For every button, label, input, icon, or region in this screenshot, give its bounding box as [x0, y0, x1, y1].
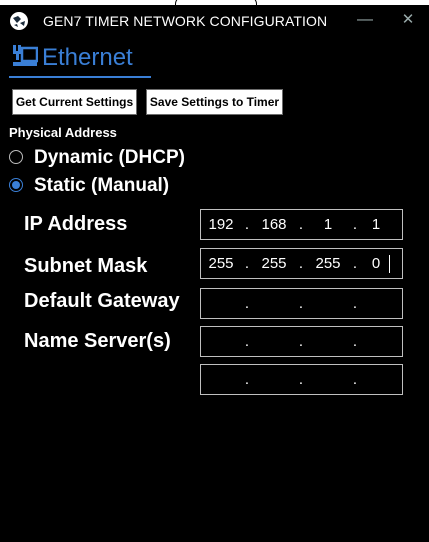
subnet-octet-4[interactable]: 0 — [361, 255, 391, 272]
network-config-window: GEN7 TIMER NETWORK CONFIGURATION — ✕ Eth… — [0, 5, 429, 542]
text-cursor — [389, 255, 390, 273]
dhcp-radio-button[interactable] — [9, 150, 23, 164]
static-radio-button[interactable] — [9, 178, 23, 192]
window-title: GEN7 TIMER NETWORK CONFIGURATION — [43, 13, 328, 29]
ip-address-input[interactable]: 192. 168. 1. 1 — [200, 209, 403, 240]
physical-address-label: Physical Address — [9, 125, 117, 140]
ip-octet-2[interactable]: 168 — [253, 216, 295, 233]
subnet-octet-2[interactable]: 255 — [253, 255, 295, 272]
ip-octet-3[interactable]: 1 — [307, 216, 349, 233]
static-radio-label: Static (Manual) — [34, 175, 170, 196]
close-button[interactable]: ✕ — [395, 7, 421, 33]
subnet-mask-label: Subnet Mask — [24, 255, 148, 277]
ip-address-label: IP Address — [24, 213, 128, 235]
name-server-1-input[interactable]: ... — [200, 326, 403, 357]
minimize-button[interactable]: — — [352, 7, 378, 33]
subnet-octet-1[interactable]: 255 — [201, 255, 241, 272]
ethernet-network-icon — [13, 45, 38, 66]
name-servers-label: Name Server(s) — [24, 330, 171, 352]
title-bar: GEN7 TIMER NETWORK CONFIGURATION — ✕ — [0, 5, 429, 36]
ip-octet-1[interactable]: 192 — [201, 216, 241, 233]
subnet-octet-3[interactable]: 255 — [307, 255, 349, 272]
dhcp-radio-label: Dynamic (DHCP) — [34, 147, 185, 168]
default-gateway-input[interactable]: ... — [200, 288, 403, 319]
tab-ethernet[interactable]: Ethernet — [9, 40, 151, 78]
name-server-2-input[interactable]: ... — [200, 364, 403, 395]
save-settings-button[interactable]: Save Settings to Timer — [146, 89, 283, 115]
subnet-mask-input[interactable]: 255. 255. 255. 0 — [200, 248, 403, 279]
tab-label: Ethernet — [42, 44, 133, 71]
app-globe-icon — [10, 12, 28, 30]
default-gateway-label: Default Gateway — [24, 290, 180, 312]
ip-octet-4[interactable]: 1 — [361, 216, 391, 233]
get-current-settings-button[interactable]: Get Current Settings — [12, 89, 137, 115]
